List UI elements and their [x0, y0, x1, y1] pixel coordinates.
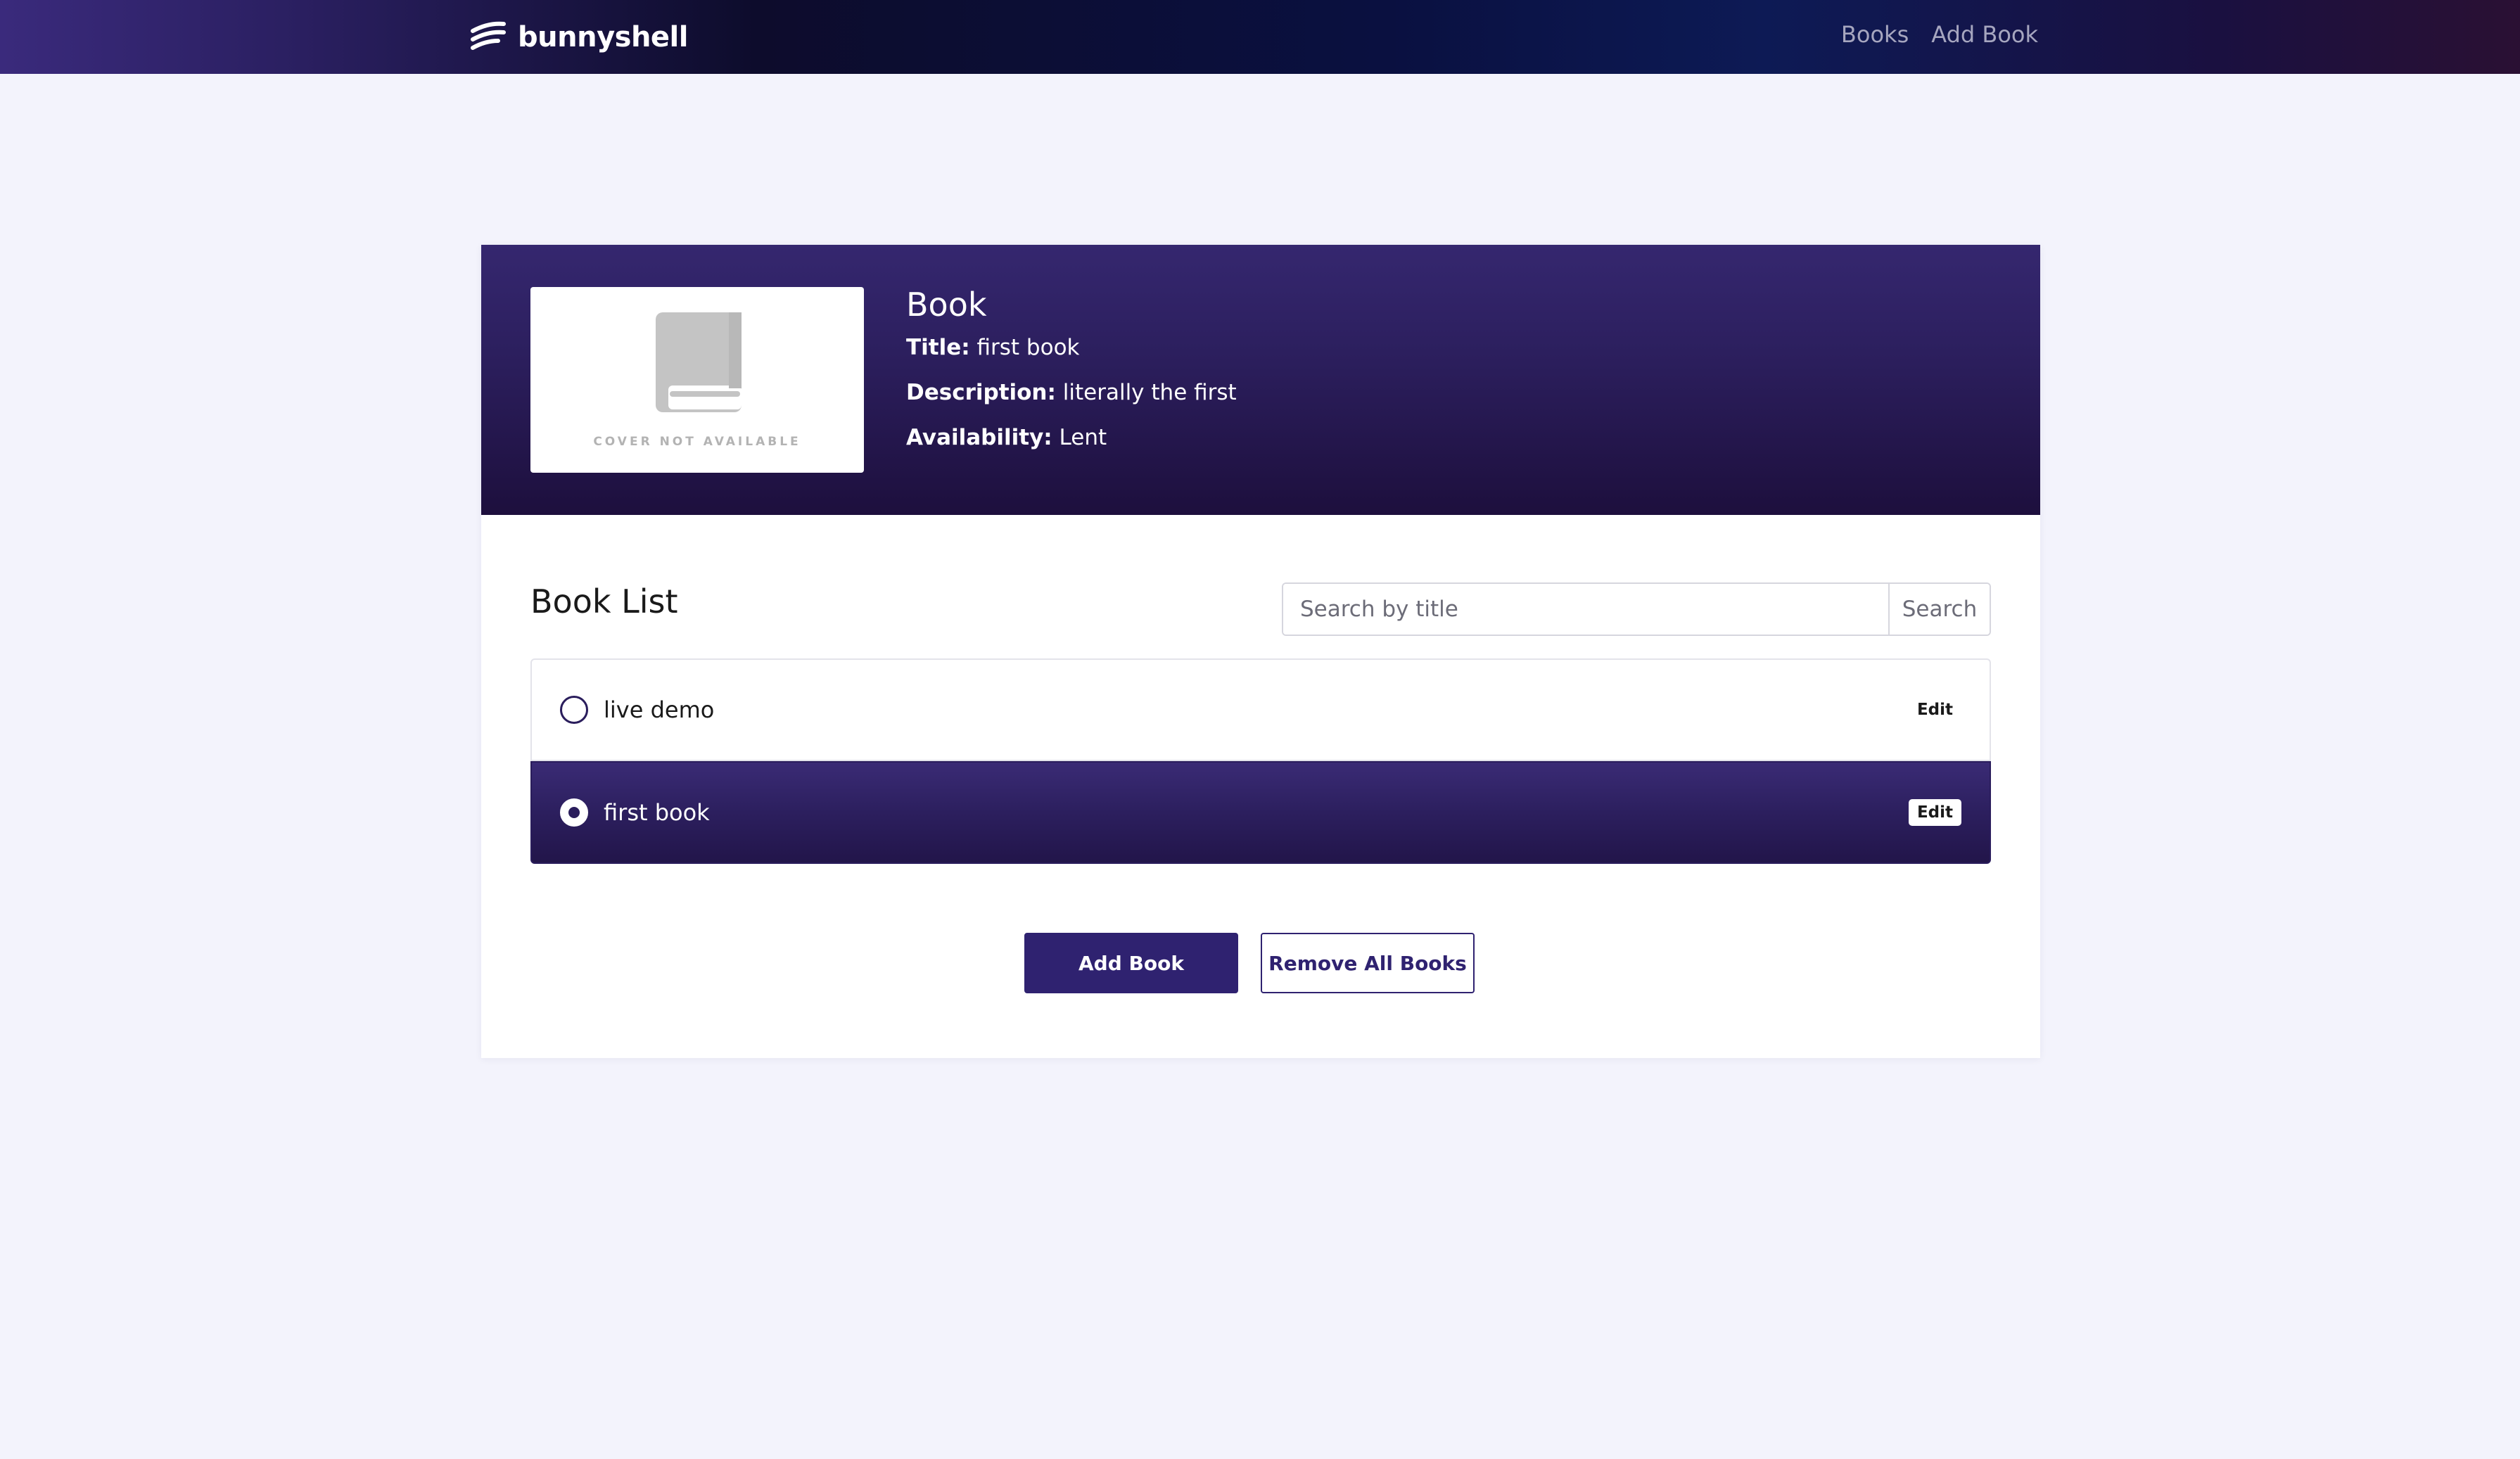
nav-links: Books Add Book — [1841, 21, 2038, 48]
add-book-button[interactable]: Add Book — [1024, 933, 1238, 993]
detail-title: Title: first book — [906, 336, 1237, 359]
list-item[interactable]: live demo Edit — [530, 658, 1991, 761]
main-card: COVER NOT AVAILABLE Book Title: first bo… — [481, 245, 2040, 1058]
nav-link-add-book[interactable]: Add Book — [1931, 21, 2038, 48]
detail-description-value: literally the first — [1062, 380, 1237, 405]
detail-availability-value: Lent — [1059, 425, 1107, 450]
radio-button[interactable] — [560, 696, 588, 724]
detail-availability: Availability: Lent — [906, 426, 1237, 449]
detail-availability-label: Availability: — [906, 425, 1052, 450]
radio-button-selected[interactable] — [560, 798, 588, 827]
detail-title-value: first book — [976, 335, 1080, 360]
detail-description: Description: literally the first — [906, 381, 1237, 404]
book-cover: COVER NOT AVAILABLE — [530, 287, 864, 473]
book-icon — [656, 312, 742, 412]
list-item-selected[interactable]: first book Edit — [530, 761, 1991, 864]
nav-link-books[interactable]: Books — [1841, 21, 1909, 48]
remove-all-books-button[interactable]: Remove All Books — [1261, 933, 1475, 993]
edit-button[interactable]: Edit — [1909, 696, 1961, 723]
search-group: Search — [1282, 582, 1991, 636]
edit-button[interactable]: Edit — [1908, 799, 1961, 826]
book-title: live demo — [604, 696, 715, 723]
book-heading: Book — [906, 286, 987, 324]
search-button[interactable]: Search — [1888, 584, 1990, 635]
book-details: Book Title: first book Description: lite… — [906, 286, 1237, 471]
detail-description-label: Description: — [906, 380, 1056, 405]
book-list-heading: Book List — [530, 582, 678, 620]
book-title: first book — [604, 799, 710, 826]
detail-title-label: Title: — [906, 335, 970, 360]
top-navbar: bunnyshell Books Add Book — [0, 0, 2520, 74]
cover-not-available-text: COVER NOT AVAILABLE — [593, 435, 801, 449]
search-input[interactable] — [1283, 584, 1888, 635]
brand-logo[interactable]: bunnyshell — [470, 18, 688, 56]
bunnyshell-logo-icon — [471, 21, 506, 50]
brand-name: bunnyshell — [518, 21, 688, 53]
book-detail-hero: COVER NOT AVAILABLE Book Title: first bo… — [481, 245, 2040, 515]
book-list: live demo Edit first book Edit — [530, 658, 1991, 1110]
